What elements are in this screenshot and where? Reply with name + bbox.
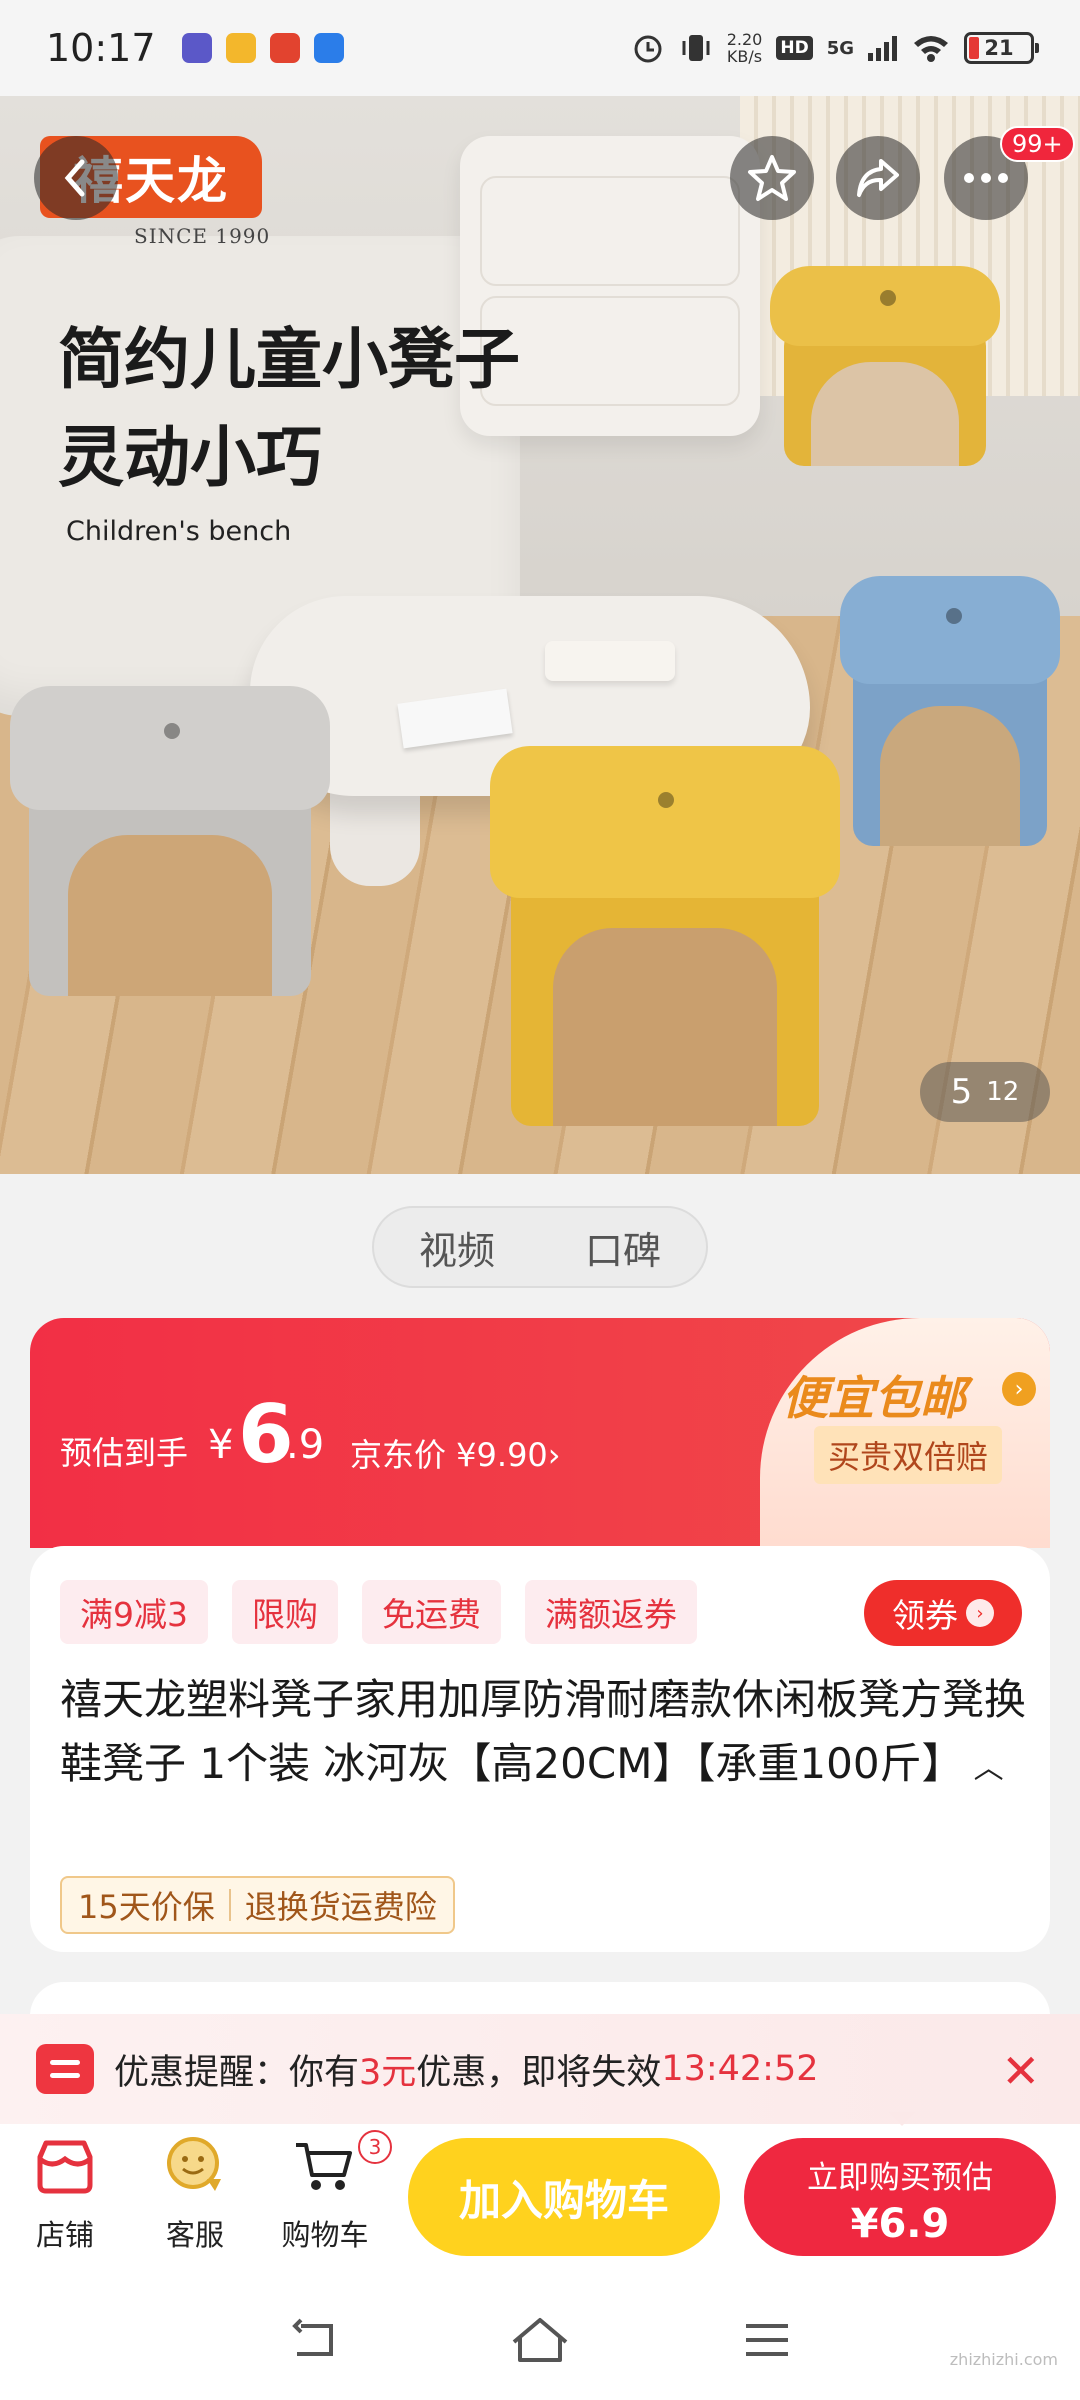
get-coupon-button[interactable]: 领券 › — [864, 1580, 1022, 1646]
store-button[interactable]: 店铺 — [10, 2134, 120, 2254]
chevron-left-icon — [64, 159, 85, 197]
cart-count-badge: 3 — [358, 2130, 392, 2164]
reminder-countdown: 13:42:52 — [661, 2049, 819, 2089]
customer-service-icon — [167, 2137, 221, 2191]
promo-title[interactable]: 便宜包邮 — [782, 1362, 966, 1428]
home-icon — [512, 2318, 568, 2362]
menu-icon — [745, 2324, 788, 2356]
nav-recents-button[interactable] — [732, 2310, 802, 2370]
favorite-button[interactable] — [730, 136, 814, 220]
hero-subheadline: Children's bench — [66, 516, 292, 547]
stool-yellow-back — [770, 266, 1000, 466]
estimated-price-label: 预估到手 — [60, 1434, 189, 1472]
promo-tag[interactable]: 免运费 — [362, 1580, 501, 1644]
price-currency: ¥ — [208, 1422, 234, 1468]
bottom-action-bar: 店铺 客服 3 购物车 加入购物车 立即购买预估 ¥6.9 — [0, 2112, 1080, 2280]
price-guarantee-badge: 买贵双倍赔 — [814, 1426, 1003, 1484]
chevron-right-icon: › — [966, 1599, 994, 1627]
product-image-carousel[interactable]: 禧天龙 SINCE 1990 简约儿童小凳子 灵动小巧 Children's b… — [0, 96, 1080, 1174]
price-banner: 预估到手 ¥ 6 .9 京东价 ¥9.90› 便宜包邮 › 买贵双倍赔 — [30, 1318, 1050, 1548]
stool-yellow-front — [490, 746, 840, 1126]
price-decimal: .9 — [286, 1422, 325, 1468]
service-badges[interactable]: 15天价保 退换货运费险 — [60, 1876, 455, 1934]
collapse-caret-icon[interactable]: ︿ — [974, 1751, 1004, 1786]
brand-since: SINCE 1990 — [134, 224, 271, 248]
buy-now-button[interactable]: 立即购买预估 ¥6.9 — [744, 2138, 1056, 2256]
service-return-insurance: 退换货运费险 — [244, 1888, 437, 1926]
notification-app-icon — [313, 33, 344, 63]
more-badge: 99+ — [1000, 126, 1075, 162]
tooltip-pointer — [888, 2112, 916, 2126]
notification-app-icon — [225, 33, 256, 63]
store-icon — [37, 2140, 93, 2194]
promo-tag[interactable]: 满额返券 — [525, 1580, 697, 1644]
wifi-icon — [914, 36, 948, 62]
share-icon — [857, 159, 899, 197]
jd-price-link[interactable]: 京东价 ¥9.90› — [350, 1430, 561, 1476]
cart-icon — [296, 2143, 352, 2190]
network-type: 5G — [826, 37, 854, 59]
image-pager: 5 12 — [920, 1062, 1050, 1122]
share-button[interactable] — [836, 136, 920, 220]
nav-back-button[interactable] — [278, 2310, 348, 2370]
reminder-text: 优惠，即将失效 — [416, 2052, 662, 2093]
system-nav-bar — [0, 2280, 1080, 2400]
back-button[interactable] — [34, 136, 118, 220]
notification-icons — [181, 33, 344, 63]
promo-tags: 满9减3 限购 免运费 满额返券 — [60, 1580, 697, 1644]
vibrate-icon — [682, 35, 710, 61]
back-arrow-icon — [292, 2318, 334, 2356]
notification-app-icon — [269, 33, 300, 63]
media-tabs: 视频 口碑 — [372, 1206, 708, 1288]
signal-icon — [868, 36, 897, 61]
add-to-cart-button[interactable]: 加入购物车 — [408, 2138, 720, 2256]
chevron-right-icon: › — [1002, 1372, 1036, 1406]
stool-blue — [840, 576, 1060, 846]
cart-button[interactable]: 3 购物车 — [270, 2130, 392, 2254]
service-price-protect: 15天价保 — [78, 1888, 215, 1926]
promo-tag[interactable]: 限购 — [232, 1580, 338, 1644]
status-bar: 10:17 2.20 KB/s HD 5G 21 — [0, 0, 1080, 96]
alarm-icon — [634, 35, 662, 63]
battery-icon: 21 — [964, 32, 1039, 64]
discount-reminder[interactable]: 优惠提醒：你有 3元 优惠，即将失效 13:42:52 ✕ — [0, 2014, 1080, 2124]
coupon-icon — [36, 2044, 94, 2094]
star-icon — [748, 155, 796, 201]
status-icons: 2.20 KB/s HD 5G 21 — [631, 30, 1039, 66]
customer-service-button[interactable]: 客服 — [140, 2134, 250, 2254]
hero-headline: 简约儿童小凳子 灵动小巧 — [58, 311, 520, 507]
close-icon[interactable]: ✕ — [1001, 2044, 1040, 2098]
reminder-amount: 3元 — [359, 2052, 417, 2093]
more-dots-icon — [964, 173, 1008, 183]
hd-indicator: HD — [776, 36, 813, 60]
tab-reviews[interactable]: 口碑 — [585, 1220, 661, 1275]
scene-fruit-tray — [545, 641, 675, 681]
promo-tag[interactable]: 满9减3 — [60, 1580, 208, 1644]
reminder-text: 优惠提醒：你有 — [114, 2052, 360, 2093]
nav-home-button[interactable] — [505, 2310, 575, 2370]
product-title[interactable]: 禧天龙塑料凳子家用加厚防滑耐磨款休闲板凳方凳换鞋凳子 1个装 冰河灰【高20CM… — [60, 1668, 1040, 1801]
watermark: zhizhizhi.com — [949, 2350, 1058, 2369]
clock: 10:17 — [46, 26, 156, 70]
net-speed: 2.20 KB/s — [726, 30, 763, 66]
notification-app-icon — [181, 33, 212, 63]
stool-gray — [10, 686, 330, 996]
product-info-card: 满9减3 限购 免运费 满额返券 领券 › 禧天龙塑料凳子家用加厚防滑耐磨款休闲板… — [30, 1546, 1050, 1952]
tab-video[interactable]: 视频 — [419, 1220, 495, 1275]
